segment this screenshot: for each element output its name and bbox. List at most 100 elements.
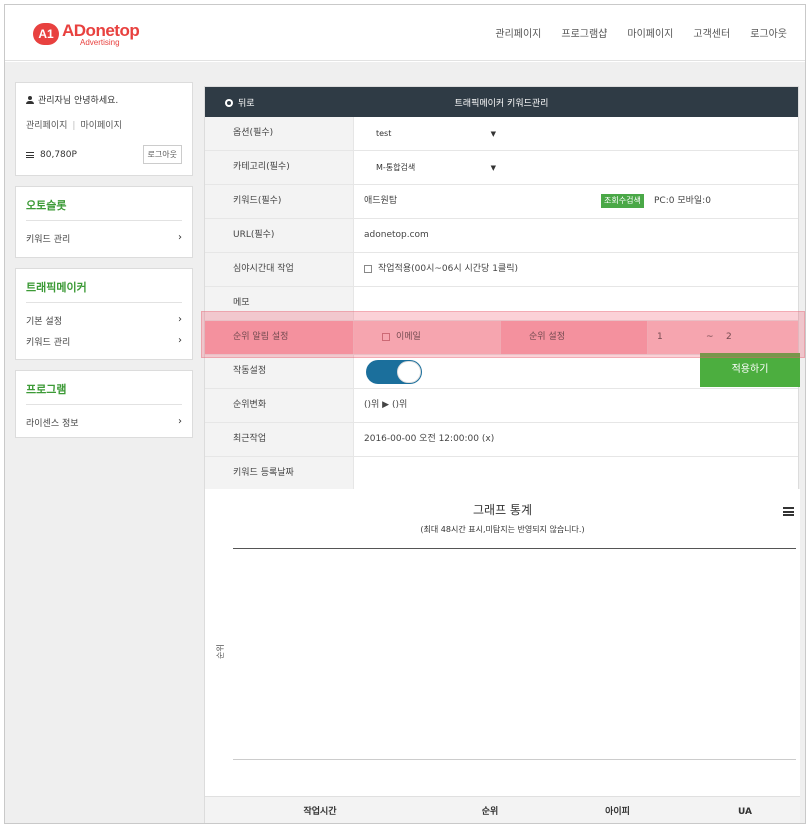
col-rank: 순위 [481, 807, 499, 817]
menu-card-autoslot: 오토슬롯 키워드 관리 › [15, 186, 193, 258]
menu-card-program: 프로그램 라이센스 정보 › [15, 370, 193, 438]
points-row: 80,780P 로그아웃 [26, 145, 182, 164]
rank-setting-label: 순위 설정 [501, 321, 648, 354]
category-label: 카테고리(필수) [205, 151, 354, 184]
row-operation: 작동설정 적용하기 [205, 353, 800, 389]
operation-label: 작동설정 [205, 355, 354, 388]
row-keyword: 키워드(필수) 애드원탑 조회수검색 PC:0 모바일:0 [205, 185, 798, 219]
night-label: 심야시간대 작업 [205, 253, 354, 286]
logout-button[interactable]: 로그아웃 [142, 145, 182, 164]
menu-item-license[interactable]: 라이센스 정보 › [26, 412, 182, 433]
row-night: 심야시간대 작업 작업적용(00시~06시 시간당 1클릭) [205, 253, 798, 287]
keyword-label: 키워드(필수) [205, 185, 354, 218]
pc-mobile-count: PC:0 모바일:0 [654, 196, 711, 206]
chevron-right-icon: › [178, 416, 182, 427]
memo-label: 메모 [205, 287, 354, 320]
rank-alarm-label: 순위 알림 설정 [205, 321, 354, 354]
logo-subtext: Advertising [80, 38, 120, 47]
rank-change-label: 순위변화 [205, 389, 354, 422]
menu-item-traffic-keyword[interactable]: 키워드 관리 › [26, 331, 182, 352]
chevron-right-icon: › [178, 335, 182, 346]
content-area: 관리자님 안녕하세요. 관리페이지 | 마이페이지 80,780P 로그아웃 오토슬… [5, 62, 805, 823]
top-header: A1 ADonetop Advertising 관리페이지 프로그램샵 마이페이… [5, 5, 805, 61]
email-checkbox[interactable] [382, 332, 390, 341]
col-ip: 아이피 [605, 807, 630, 817]
menu-card-traffic: 트래픽메이커 기본 설정 › 키워드 관리 › [15, 268, 193, 360]
option-select[interactable]: test ▼ [362, 123, 502, 145]
menu-item-basic-settings[interactable]: 기본 설정 › [26, 310, 182, 331]
option-label: 옵션(필수) [205, 117, 354, 150]
rank-tilde: ~ [706, 332, 714, 342]
url-input[interactable]: adonetop.com [354, 219, 798, 252]
mypage-link[interactable]: 마이페이지 [80, 121, 121, 131]
menu-title-program: 프로그램 [26, 381, 182, 405]
chart-subtitle: (최대 48시간 표시,미탐지는 반영되지 않습니다.) [420, 525, 585, 534]
user-greeting: 관리자님 안녕하세요. [38, 96, 119, 106]
night-checkbox[interactable] [364, 264, 372, 273]
nav-mypage[interactable]: 마이페이지 [627, 25, 673, 40]
chart-title: 그래프 통계 [472, 503, 532, 517]
row-memo: 메모 [205, 287, 798, 321]
menu-item-label: 기본 설정 [26, 317, 62, 327]
url-label: URL(필수) [205, 219, 354, 252]
user-greeting-row: 관리자님 안녕하세요. [26, 93, 182, 106]
nav-support[interactable]: 고객센터 [693, 25, 730, 40]
panel-header: 뒤로 트래픽메이커 키워드관리 [205, 87, 798, 117]
option-cell: test ▼ [354, 117, 798, 150]
apply-button[interactable]: 적용하기 [700, 353, 800, 387]
user-card: 관리자님 안녕하세요. 관리페이지 | 마이페이지 80,780P 로그아웃 [15, 82, 193, 176]
rank-from-input[interactable]: 1 [657, 321, 663, 354]
app-window: A1 ADonetop Advertising 관리페이지 프로그램샵 마이페이… [4, 4, 806, 824]
regdate-label: 키워드 등록날짜 [205, 457, 354, 490]
recent-label: 최근작업 [205, 423, 354, 456]
user-links: 관리페이지 | 마이페이지 [26, 118, 182, 131]
graph-chart: 그래프 통계 (최대 48시간 표시,미탐지는 반영되지 않습니다.) 순위 작… [205, 489, 800, 823]
operation-cell: 적용하기 [354, 353, 800, 388]
category-cell: M-통합검색 ▼ [354, 151, 798, 184]
sidebar: 관리자님 안녕하세요. 관리페이지 | 마이페이지 80,780P 로그아웃 오토슬… [15, 82, 193, 448]
row-rank-change: 순위변화 ()위 ▶ ()위 [205, 389, 798, 423]
chart-y-label: 순위 [216, 644, 225, 659]
caret-down-icon: ▼ [490, 164, 496, 172]
logo[interactable]: A1 ADonetop Advertising [33, 21, 143, 51]
menu-item-label: 라이센스 정보 [26, 419, 79, 429]
rank-range: 1 ~ 2 [648, 321, 798, 354]
log-table-header: 작업시간 순위 아이피 UA [205, 796, 800, 823]
option-select-value: test [376, 129, 392, 138]
menu-title-autoslot: 오토슬롯 [26, 197, 182, 221]
col-ua: UA [738, 807, 752, 817]
link-separator: | [72, 121, 76, 131]
rank-to-input[interactable]: 2 [726, 321, 732, 354]
chevron-right-icon: › [178, 232, 182, 243]
caret-down-icon: ▼ [490, 130, 496, 138]
points: 80,780P [26, 150, 77, 160]
keyword-input[interactable]: 애드원탑 [364, 196, 397, 206]
menu-item-label: 키워드 관리 [26, 338, 71, 348]
nav-admin[interactable]: 관리페이지 [495, 25, 541, 40]
user-icon [26, 95, 34, 104]
menu-item-autoslot-keyword[interactable]: 키워드 관리 › [26, 228, 182, 249]
logo-badge: A1 [33, 23, 59, 45]
row-rank-alarm: 순위 알림 설정 이메일 순위 설정 1 ~ 2 [205, 321, 798, 355]
chart-menu-icon[interactable] [783, 507, 794, 516]
category-select-value: M-통합검색 [376, 163, 416, 172]
view-count-search-button[interactable]: 조회수검색 [601, 194, 644, 208]
nav-logout[interactable]: 로그아웃 [750, 25, 787, 40]
operation-toggle[interactable] [366, 360, 422, 384]
email-option-text: 이메일 [396, 332, 421, 342]
rank-change-value: ()위 ▶ ()위 [364, 400, 408, 410]
menu-item-label: 키워드 관리 [26, 235, 71, 245]
memo-input[interactable] [354, 287, 798, 320]
points-value: 80,780P [40, 149, 77, 160]
panel-title: 트래픽메이커 키워드관리 [454, 99, 549, 109]
menu-title-traffic: 트래픽메이커 [26, 279, 182, 303]
toggle-knob [397, 361, 421, 383]
night-cell: 작업적용(00시~06시 시간당 1클릭) [354, 253, 798, 286]
chevron-right-icon: › [178, 314, 182, 325]
nav-program-shop[interactable]: 프로그램샵 [561, 25, 607, 40]
top-nav: 관리페이지 프로그램샵 마이페이지 고객센터 로그아웃 [495, 25, 787, 40]
category-select[interactable]: M-통합검색 ▼ [362, 157, 502, 179]
row-option: 옵션(필수) test ▼ [205, 117, 798, 151]
list-icon [26, 151, 34, 158]
admin-link[interactable]: 관리페이지 [26, 121, 67, 131]
